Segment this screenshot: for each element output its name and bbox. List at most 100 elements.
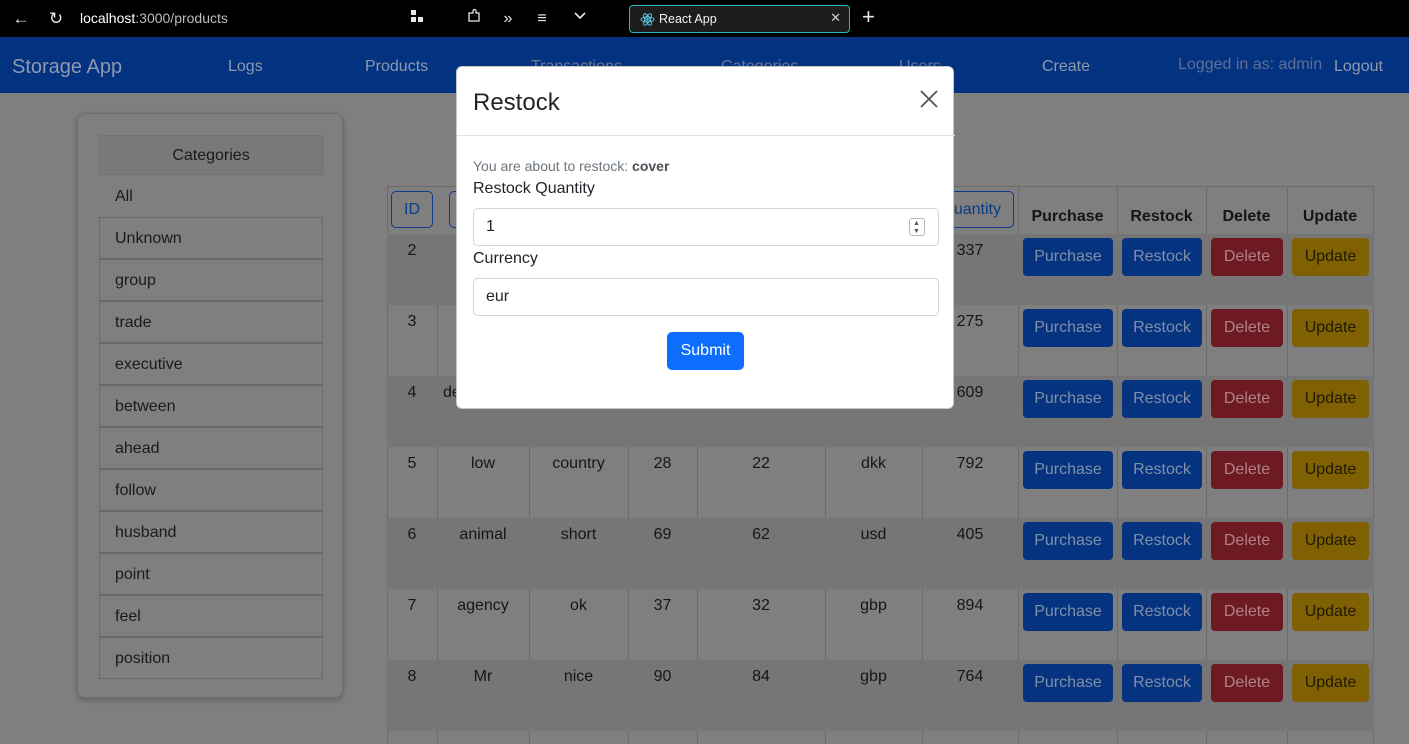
cell-id: 2: [407, 242, 417, 259]
cell-name: animal: [459, 526, 507, 543]
cell-id: 6: [407, 526, 417, 543]
purchase-button[interactable]: Purchase: [1023, 593, 1113, 631]
delete-button[interactable]: Delete: [1211, 238, 1283, 276]
modal-title: Restock: [473, 89, 560, 116]
cell-id: 8: [407, 668, 417, 685]
category-item[interactable]: feel: [99, 595, 323, 637]
header-restock: Restock: [1130, 208, 1193, 225]
restock-button[interactable]: Restock: [1122, 593, 1202, 631]
extensions-icon[interactable]: [463, 8, 485, 30]
currency-value: eur: [486, 288, 510, 305]
new-tab-icon[interactable]: +: [862, 6, 875, 28]
submit-button[interactable]: Submit: [667, 332, 744, 370]
cell-price: 69: [653, 526, 672, 543]
category-item[interactable]: position: [99, 637, 323, 679]
delete-button[interactable]: Delete: [1211, 451, 1283, 489]
cell-name: low: [470, 455, 495, 472]
sort-quantity-button[interactable]: uantity: [950, 191, 1014, 228]
quantity-input[interactable]: 1 ▲ ▼: [473, 208, 939, 246]
update-button[interactable]: Update: [1292, 664, 1369, 702]
update-button[interactable]: Update: [1292, 593, 1369, 631]
category-item[interactable]: trade: [99, 301, 323, 343]
purchase-button[interactable]: Purchase: [1023, 451, 1113, 489]
restock-button[interactable]: Restock: [1122, 522, 1202, 560]
reload-icon[interactable]: ↻: [45, 8, 67, 30]
category-item[interactable]: husband: [99, 511, 323, 553]
category-item[interactable]: executive: [99, 343, 323, 385]
table-row: 8 Mr nice 90 84 gbp 764 Purchase Restock Delete Up…: [387, 660, 1374, 731]
restock-button[interactable]: Restock: [1122, 664, 1202, 702]
modal-divider: [457, 135, 955, 136]
cell-stock: 84: [752, 668, 770, 685]
close-icon[interactable]: [919, 89, 939, 109]
cell-price: 90: [653, 668, 672, 685]
double-chevron-icon[interactable]: »: [497, 8, 519, 30]
logged-in-status: Logged in as: admin: [1178, 56, 1323, 73]
url-path: :3000/products: [135, 10, 228, 26]
react-logo-icon: [640, 13, 655, 26]
cell-id: 4: [407, 384, 417, 401]
cell-quantity: 894: [956, 597, 984, 614]
update-button[interactable]: Update: [1292, 238, 1369, 276]
quantity-stepper[interactable]: ▲ ▼: [909, 218, 925, 236]
purchase-button[interactable]: Purchase: [1023, 522, 1113, 560]
table-row: 6 animal short 69 62 usd 405 Purchase Restock Del…: [387, 518, 1374, 589]
cell-price: 37: [653, 597, 672, 614]
category-item[interactable]: point: [99, 553, 323, 595]
browser-chrome: ← ↻ localhost:3000/products » ≡ React Ap…: [0, 0, 1409, 37]
brand-logo[interactable]: Storage App: [12, 56, 122, 79]
update-button[interactable]: Update: [1292, 522, 1369, 560]
chevron-down-icon[interactable]: [569, 8, 591, 30]
restock-button[interactable]: Restock: [1122, 380, 1202, 418]
cell-category: short: [560, 526, 597, 543]
purchase-button[interactable]: Purchase: [1023, 238, 1113, 276]
url-host: localhost: [80, 10, 136, 26]
back-arrow-icon[interactable]: ←: [10, 8, 32, 30]
restock-description: You are about to restock: cover: [473, 158, 669, 174]
category-item[interactable]: group: [99, 259, 323, 301]
tab-close-icon[interactable]: ✕: [830, 10, 841, 26]
delete-button[interactable]: Delete: [1211, 522, 1283, 560]
purchase-button[interactable]: Purchase: [1023, 664, 1113, 702]
cell-quantity: 792: [956, 455, 984, 472]
purchase-button[interactable]: Purchase: [1023, 309, 1113, 347]
category-item[interactable]: ahead: [99, 427, 323, 469]
logout-link[interactable]: Logout: [1334, 58, 1383, 76]
sort-id-button[interactable]: ID: [391, 191, 433, 228]
category-item[interactable]: Unknown: [99, 217, 323, 259]
cell-category: ok: [570, 597, 587, 614]
quantity-label: Restock Quantity: [473, 180, 595, 197]
purchase-button[interactable]: Purchase: [1023, 380, 1113, 418]
update-button[interactable]: Update: [1292, 451, 1369, 489]
restock-item-name: cover: [632, 158, 670, 174]
update-button[interactable]: Update: [1292, 380, 1369, 418]
restock-button[interactable]: Restock: [1122, 309, 1202, 347]
nav-create[interactable]: Create: [1042, 58, 1090, 76]
header-delete: Delete: [1222, 208, 1271, 225]
delete-button[interactable]: Delete: [1211, 593, 1283, 631]
nav-logs[interactable]: Logs: [228, 58, 263, 76]
cell-currency: gbp: [860, 597, 887, 614]
delete-button[interactable]: Delete: [1211, 380, 1283, 418]
category-item[interactable]: follow: [99, 469, 323, 511]
category-item[interactable]: between: [99, 385, 323, 427]
category-item[interactable]: All: [99, 175, 323, 217]
cell-id: 3: [407, 313, 417, 330]
menu-icon[interactable]: ≡: [531, 8, 553, 30]
currency-input[interactable]: eur: [473, 278, 939, 316]
restock-button[interactable]: Restock: [1122, 451, 1202, 489]
restock-button[interactable]: Restock: [1122, 238, 1202, 276]
about-prefix: You are about to restock:: [473, 158, 633, 174]
quantity-value: 1: [486, 218, 495, 235]
update-button[interactable]: Update: [1292, 309, 1369, 347]
browser-tab[interactable]: React App ✕: [629, 5, 850, 33]
cell-category: nice: [563, 668, 594, 685]
delete-button[interactable]: Delete: [1211, 664, 1283, 702]
cell-currency: gbp: [860, 668, 887, 685]
address-bar[interactable]: localhost:3000/products: [80, 10, 228, 26]
cell-stock: 62: [752, 526, 770, 543]
nav-products[interactable]: Products: [365, 58, 428, 76]
categories-header: Categories: [99, 135, 323, 175]
delete-button[interactable]: Delete: [1211, 309, 1283, 347]
sidebar-icon[interactable]: [406, 8, 428, 30]
